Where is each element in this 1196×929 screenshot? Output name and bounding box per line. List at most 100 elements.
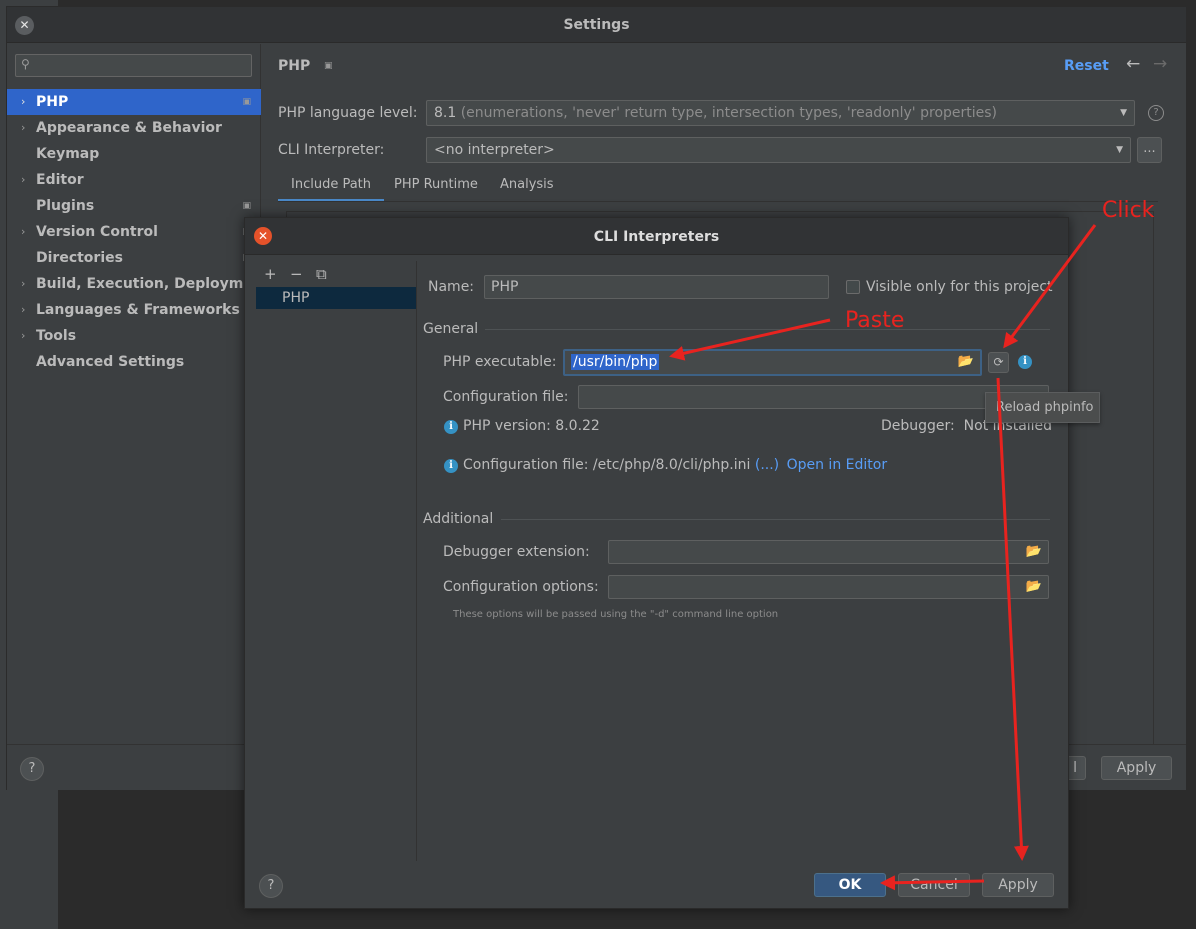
sidebar-item[interactable]: › Build, Execution, Deployment bbox=[7, 271, 261, 297]
dialog-title: CLI Interpreters bbox=[593, 229, 720, 245]
reload-phpinfo-button[interactable]: ⟳ bbox=[988, 352, 1009, 373]
sidebar-item-label: PHP bbox=[36, 94, 69, 110]
chevron-right-icon[interactable]: › bbox=[21, 167, 25, 193]
copy-icon[interactable]: ⧉ bbox=[316, 265, 342, 283]
sidebar-item[interactable]: Directories▣ bbox=[7, 245, 261, 271]
additional-divider bbox=[501, 519, 1050, 520]
settings-tree: › PHP ▣ › Appearance & Behavior Keymap › Editor… bbox=[7, 89, 261, 375]
sidebar-item-label: Keymap bbox=[36, 146, 100, 162]
folder-icon[interactable]: 📂 bbox=[1026, 576, 1042, 598]
search-input[interactable]: ⚲ bbox=[15, 54, 252, 77]
sidebar-item[interactable]: › Tools bbox=[7, 323, 261, 349]
chevron-right-icon[interactable]: › bbox=[21, 323, 25, 349]
apply-button[interactable]: Apply bbox=[1101, 756, 1172, 780]
additional-section-label: Additional bbox=[423, 511, 494, 527]
interpreters-toolbar: + − ⧉ bbox=[264, 265, 342, 283]
general-section-label: General bbox=[423, 321, 479, 337]
language-level-select[interactable]: 8.1 (enumerations, 'never' return type, … bbox=[426, 100, 1135, 126]
sidebar-item-label: Appearance & Behavior bbox=[36, 120, 222, 136]
project-scope-icon: ▣ bbox=[242, 97, 251, 107]
reload-phpinfo-tooltip: Reload phpinfo bbox=[985, 392, 1100, 423]
sidebar-item-label: Editor bbox=[36, 172, 84, 188]
tab-php-runtime[interactable]: PHP Runtime bbox=[381, 172, 491, 202]
visible-only-checkbox[interactable] bbox=[846, 280, 860, 294]
chevron-down-icon: ▼ bbox=[1116, 145, 1123, 155]
tab-include-path[interactable]: Include Path bbox=[278, 172, 385, 202]
config-options-label: Configuration options: bbox=[443, 579, 599, 595]
help-icon[interactable]: ? bbox=[1148, 105, 1164, 121]
sidebar-item[interactable]: Keymap bbox=[7, 141, 261, 167]
tab-analysis[interactable]: Analysis bbox=[487, 172, 567, 202]
language-level-value: 8.1 bbox=[434, 105, 457, 121]
config-more-link[interactable]: (...) bbox=[755, 457, 779, 473]
sidebar-item[interactable]: › PHP ▣ bbox=[7, 89, 261, 115]
paste-annotation: Paste bbox=[845, 308, 905, 333]
general-divider bbox=[485, 329, 1050, 330]
apply-button[interactable]: Apply bbox=[982, 873, 1054, 897]
chevron-right-icon[interactable]: › bbox=[21, 297, 25, 323]
chevron-right-icon[interactable]: › bbox=[21, 115, 25, 141]
sidebar-item[interactable]: Plugins ▣ bbox=[7, 193, 261, 219]
name-field[interactable]: PHP bbox=[484, 275, 829, 299]
language-level-label: PHP language level: bbox=[278, 105, 418, 121]
remove-icon[interactable]: − bbox=[290, 265, 316, 283]
config-options-field[interactable]: 📂 bbox=[608, 575, 1049, 599]
sidebar-item-label: Plugins bbox=[36, 198, 95, 214]
cli-interpreter-select[interactable]: <no interpreter> ▼ bbox=[426, 137, 1131, 163]
chevron-down-icon: ▼ bbox=[1120, 108, 1127, 118]
folder-icon[interactable]: 📂 bbox=[1026, 541, 1042, 563]
language-level-detail: (enumerations, 'never' return type, inte… bbox=[460, 105, 998, 121]
info-icon: i bbox=[444, 420, 458, 434]
config-file-field[interactable] bbox=[578, 385, 1049, 409]
settings-sidebar: ⚲ › PHP ▣ › Appearance & Behavior Keymap › Edit… bbox=[7, 44, 261, 744]
visible-only-label: Visible only for this project bbox=[866, 279, 1053, 295]
cli-interpreter-value: <no interpreter> bbox=[434, 142, 555, 158]
dialog-titlebar: ✕ CLI Interpreters bbox=[245, 218, 1068, 255]
back-arrow-icon[interactable]: ← bbox=[1126, 54, 1140, 74]
sidebar-item-label: Languages & Frameworks bbox=[36, 302, 240, 318]
help-button[interactable]: ? bbox=[259, 874, 283, 898]
sidebar-item[interactable]: ›Version Control▣ bbox=[7, 219, 261, 245]
project-scope-icon: ▣ bbox=[324, 61, 333, 71]
folder-icon[interactable]: 📂 bbox=[958, 351, 974, 373]
sidebar-item[interactable]: › Languages & Frameworks bbox=[7, 297, 261, 323]
options-note: These options will be passed using the "… bbox=[453, 609, 779, 620]
sidebar-item-label: Version Control bbox=[36, 224, 158, 240]
php-executable-field[interactable]: /usr/bin/php 📂 bbox=[563, 349, 982, 376]
chevron-right-icon[interactable]: › bbox=[21, 271, 25, 297]
add-icon[interactable]: + bbox=[264, 265, 290, 283]
forward-arrow-icon[interactable]: → bbox=[1153, 54, 1167, 74]
chevron-right-icon[interactable]: › bbox=[21, 89, 25, 115]
reset-link[interactable]: Reset bbox=[1064, 58, 1109, 74]
sidebar-item-label: Directories bbox=[36, 250, 123, 266]
open-in-editor-link[interactable]: Open in Editor bbox=[787, 457, 888, 473]
info-icon[interactable]: i bbox=[1018, 355, 1032, 369]
config-file-info: Configuration file: /etc/php/8.0/cli/php… bbox=[463, 457, 887, 473]
interpreters-list-panel: + − ⧉ PHP bbox=[256, 261, 417, 861]
help-button[interactable]: ? bbox=[20, 757, 44, 781]
sidebar-item[interactable]: › Editor bbox=[7, 167, 261, 193]
php-executable-value: /usr/bin/php bbox=[571, 354, 660, 370]
sidebar-item[interactable]: Advanced Settings bbox=[7, 349, 261, 375]
sidebar-item-label: Build, Execution, Deployment bbox=[36, 276, 261, 292]
ok-button[interactable]: OK bbox=[814, 873, 886, 897]
cli-interpreter-label: CLI Interpreter: bbox=[278, 142, 385, 158]
sidebar-item[interactable]: › Appearance & Behavior bbox=[7, 115, 261, 141]
project-scope-icon: ▣ bbox=[242, 201, 251, 211]
sidebar-item-label: Advanced Settings bbox=[36, 354, 185, 370]
cancel-button[interactable]: Cancel bbox=[898, 873, 970, 897]
interpreters-ellipsis-button[interactable]: ... bbox=[1137, 137, 1162, 163]
settings-titlebar: ✕ Settings bbox=[7, 7, 1186, 43]
php-executable-label: PHP executable: bbox=[443, 354, 557, 370]
click-annotation: Click bbox=[1102, 198, 1155, 223]
name-label: Name: bbox=[428, 279, 475, 295]
debugger-extension-field[interactable]: 📂 bbox=[608, 540, 1049, 564]
search-icon: ⚲ bbox=[21, 57, 30, 71]
config-file-info-text: Configuration file: /etc/php/8.0/cli/php… bbox=[463, 457, 751, 473]
chevron-right-icon[interactable]: › bbox=[21, 219, 25, 245]
page-title: PHP bbox=[278, 58, 311, 74]
info-icon: i bbox=[444, 459, 458, 473]
php-version-text: PHP version: 8.0.22 bbox=[463, 418, 600, 434]
interpreter-list-item[interactable]: PHP bbox=[256, 287, 416, 309]
settings-title: Settings bbox=[563, 17, 630, 33]
